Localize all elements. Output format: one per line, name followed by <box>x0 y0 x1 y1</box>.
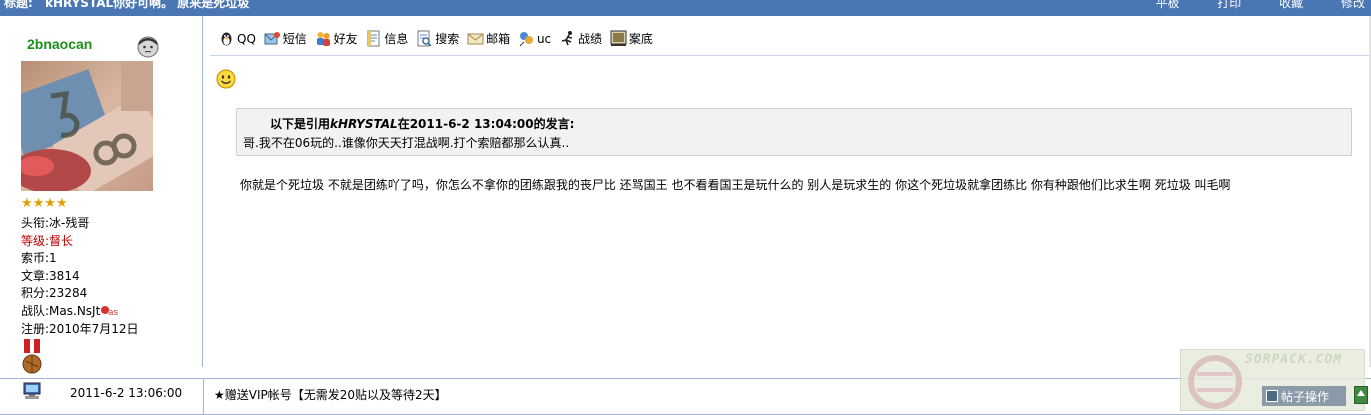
field-label: 文章: <box>21 268 50 283</box>
author-coins-row: 索币:1 <box>21 250 139 268</box>
post-message: 你就是个死垃圾 不就是团练吖了吗，你怎么不拿你的团练跟我的丧尸比 还骂国王 也不… <box>240 178 1231 192</box>
title-label: 标题: <box>4 0 33 10</box>
post-footer: 2011-6-2 13:06:00 ★赠送VIP帐号【无需发20贴以及等待2天】 <box>0 367 1371 415</box>
field-value: 冰-残哥 <box>49 216 90 230</box>
post-toolbar: QQ 短信 好友 信息 搜索 邮箱 uc 战绩 案底 <box>218 30 657 50</box>
toolbar-label: 短信 <box>282 32 307 46</box>
field-label: 等级: <box>21 233 50 248</box>
arrow-up-icon <box>1357 390 1365 396</box>
field-value: 2010年7月12日 <box>49 321 139 336</box>
toolbar-record[interactable]: 战绩 <box>559 30 602 47</box>
qq-penguin-icon <box>221 32 232 46</box>
post-action-icon <box>1266 390 1278 402</box>
field-label: 索币: <box>21 251 50 266</box>
toolbar-message[interactable]: 短信 <box>264 30 307 47</box>
uc-chat-icon <box>519 32 533 47</box>
search-document-icon <box>417 30 432 47</box>
author-title-row: 头衔:冰-残哥 <box>21 215 139 233</box>
thread-title-line: 标题: kHRYSTAL你好可啊。 原来是死垃圾 <box>4 0 257 11</box>
action-edit[interactable]: 修改 <box>1341 0 1365 10</box>
quote-text: 哥.我不在06玩的..谁像你天天打混战啊.打个索赔都那么认真.. <box>243 136 570 150</box>
rank-stars: ★★★★ <box>21 196 68 211</box>
toolbar-label: uc <box>536 31 552 46</box>
author-points-row: 积分:23284 <box>21 285 139 303</box>
svg-text:as: as <box>108 308 119 317</box>
quote-prefix: 以下是引用 <box>270 117 331 131</box>
action-favorite[interactable]: 收藏 <box>1279 0 1303 10</box>
action-print[interactable]: 打印 <box>1217 0 1241 10</box>
scroll-top-button[interactable] <box>1354 386 1368 404</box>
thread-title: kHRYSTAL你好可啊。 原来是死垃圾 <box>45 0 250 10</box>
field-value: 督长 <box>49 233 74 248</box>
avatar[interactable] <box>21 61 153 191</box>
action-tablet[interactable]: 平板 <box>1155 0 1179 10</box>
toolbar-label: 信息 <box>384 32 409 46</box>
field-label: 注册: <box>21 321 50 336</box>
toolbar-label: QQ <box>237 31 256 46</box>
post-date: 2011-6-2 13:06:00 <box>70 386 183 400</box>
toolbar-qq[interactable]: QQ <box>218 30 256 47</box>
envelope-icon <box>467 33 484 45</box>
field-label: 头衔: <box>21 216 50 230</box>
toolbar-mailbox[interactable]: 邮箱 <box>467 30 510 47</box>
friends-icon <box>316 32 330 46</box>
smiley-face-icon <box>216 69 236 89</box>
toolbar-case-record[interactable]: 案底 <box>610 30 653 47</box>
quote-header: 以下是引用kHRYSTAL在2011-6-2 13:04:00的发言: <box>270 115 574 132</box>
quote-meta: 在2011-6-2 13:04:00的发言: <box>397 117 575 131</box>
toolbar-label: 邮箱 <box>486 32 511 46</box>
quote-author: kHRYSTAL <box>330 117 398 131</box>
field-value: 23284 <box>49 286 88 301</box>
toolbar-label: 好友 <box>333 32 358 46</box>
record-frame-icon <box>610 30 627 46</box>
author-info: 头衔:冰-残哥 等级:督长 索币:1 文章:3814 积分:23284 战队:M… <box>21 215 139 338</box>
title-actions: 平板 打印 收藏 修改 <box>1121 0 1365 11</box>
gray-face-icon <box>137 36 159 58</box>
watermark-logo-icon <box>1188 355 1242 409</box>
toolbar-info[interactable]: 信息 <box>365 30 408 47</box>
team-logo-icon: as <box>101 306 119 318</box>
author-posts-row: 文章:3814 <box>21 268 139 286</box>
watermark-text: SORPACK.COM <box>1245 352 1343 367</box>
quote-block: 以下是引用kHRYSTAL在2011-6-2 13:04:00的发言: 哥.我不… <box>236 108 1352 156</box>
field-value: Mas.NsJt <box>49 303 101 318</box>
toolbar-friends[interactable]: 好友 <box>315 30 358 47</box>
field-value: 1 <box>49 251 57 266</box>
author-panel: 2bnaocan ★★★★ 头衔:冰-残哥 等级:督长 索币:1 文章:3814… <box>0 16 203 374</box>
title-bar: 标题: kHRYSTAL你好可啊。 原来是死垃圾 平板 打印 收藏 修改 <box>0 0 1371 16</box>
field-label: 战队: <box>21 303 50 318</box>
footer-top-border <box>0 378 1371 379</box>
post-action-button[interactable]: 帖子操作 <box>1262 386 1346 406</box>
toolbar-label: 案底 <box>628 32 653 46</box>
post-action-label: 帖子操作 <box>1281 389 1330 404</box>
runner-icon <box>561 31 573 46</box>
author-level-row: 等级:督长 <box>21 233 139 251</box>
toolbar-label: 搜索 <box>435 32 460 46</box>
field-label: 积分: <box>21 286 50 301</box>
field-value: 3814 <box>49 268 80 283</box>
author-team-row: 战队:Mas.NsJt as <box>21 303 139 321</box>
toolbar-divider <box>210 55 1371 56</box>
message-icon <box>264 32 280 45</box>
author-registered-row: 注册:2010年7月12日 <box>21 321 139 339</box>
info-document-icon <box>367 30 380 47</box>
toolbar-search[interactable]: 搜索 <box>416 30 459 47</box>
footer-divider <box>203 378 204 414</box>
author-username[interactable]: 2bnaocan <box>27 36 92 52</box>
computer-icon <box>23 382 41 399</box>
toolbar-label: 战绩 <box>577 32 602 46</box>
toolbar-uc[interactable]: uc <box>518 30 551 47</box>
signature[interactable]: ★赠送VIP帐号【无需发20贴以及等待2天】 <box>214 386 447 403</box>
